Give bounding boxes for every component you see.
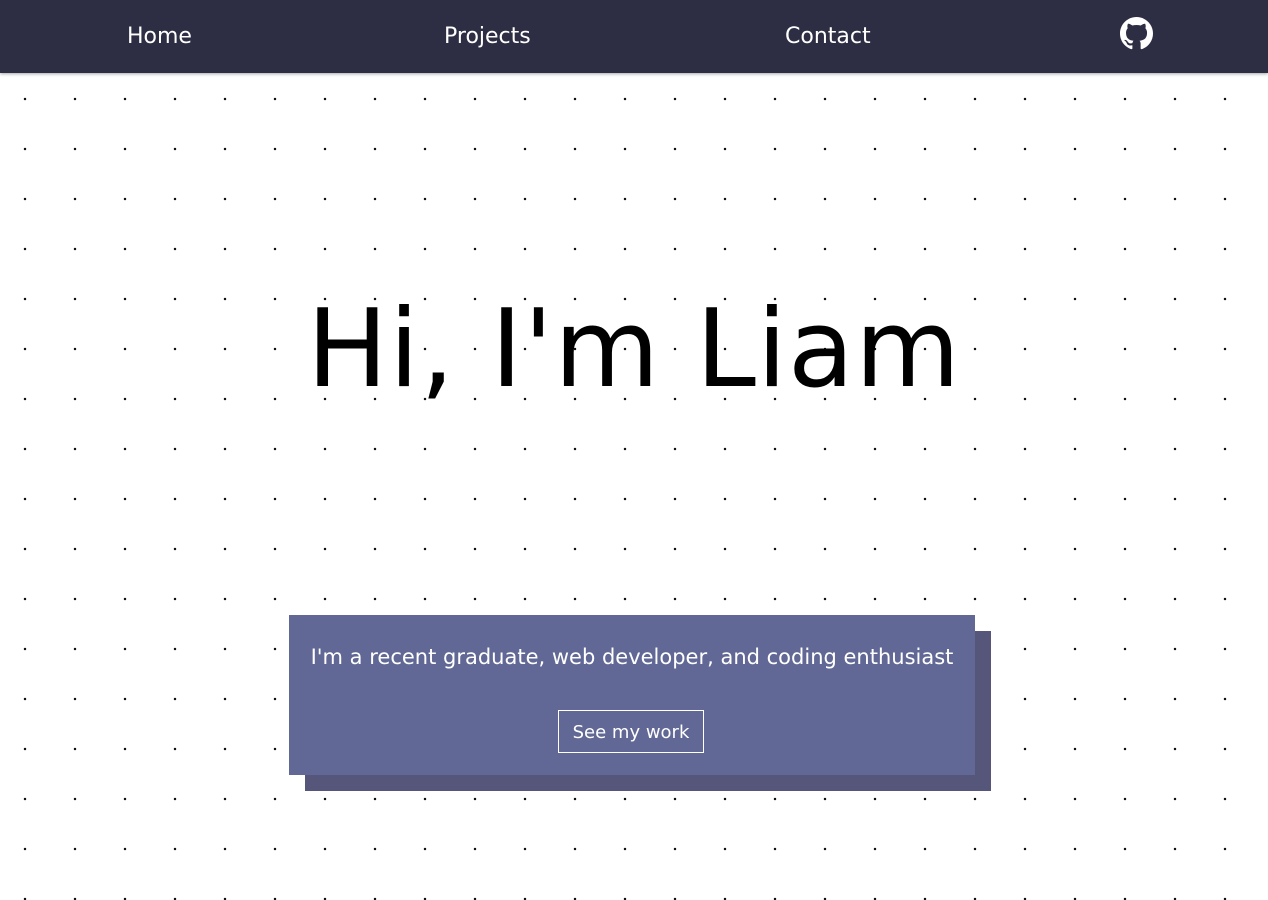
intro-card: I'm a recent graduate, web developer, an… bbox=[289, 615, 975, 775]
top-navbar: Home Projects Contact bbox=[0, 0, 1268, 73]
nav-link-projects[interactable]: Projects bbox=[444, 0, 531, 73]
see-my-work-button[interactable]: See my work bbox=[558, 710, 704, 753]
hero-title: Hi, I'm Liam bbox=[306, 287, 962, 412]
intro-text: I'm a recent graduate, web developer, an… bbox=[310, 645, 954, 669]
github-icon bbox=[1120, 17, 1153, 50]
github-link[interactable] bbox=[1120, 17, 1153, 50]
nav-link-contact[interactable]: Contact bbox=[785, 0, 871, 73]
nav-link-home[interactable]: Home bbox=[127, 0, 192, 73]
